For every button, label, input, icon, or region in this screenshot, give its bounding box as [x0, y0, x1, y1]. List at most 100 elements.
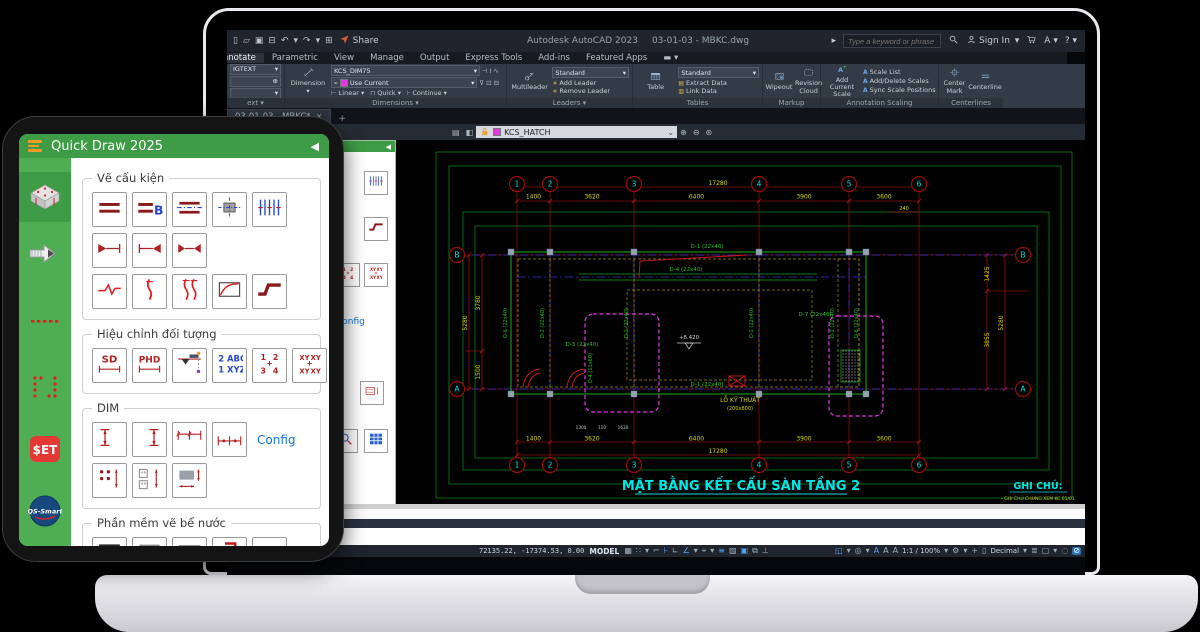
transparency-icon[interactable]: ▣ [741, 547, 749, 555]
dim-break-icon[interactable]: ⊣ [482, 67, 488, 75]
open-folder-icon[interactable]: ▱ [243, 36, 250, 46]
tab-annotate[interactable]: Annotate [227, 53, 264, 63]
infer-constraints-icon[interactable]: ⌐ [653, 547, 660, 555]
redo-caret-icon[interactable]: ▾ [316, 36, 321, 46]
dim-jog-icon[interactable]: ∿ [494, 67, 499, 75]
layer-dropdown[interactable]: KCS_HATCH ⌄ [476, 126, 677, 138]
qd-btn-dim-slab[interactable] [172, 463, 207, 498]
plot-icon[interactable]: ⊟ [268, 36, 276, 46]
qd-btn-coord-xy[interactable]: XYXYXYXY [292, 348, 327, 383]
qd-btn-phd-dim[interactable]: PHD [132, 348, 167, 383]
qd-btn-sd-dim[interactable]: SD [92, 348, 127, 383]
dim-center-icon[interactable]: ⊡ [486, 79, 491, 87]
text-search-field[interactable]: ⊕ [230, 76, 281, 87]
dim-quick[interactable]: ⊓ Quick ▾ [370, 89, 401, 97]
quick-properties-icon[interactable]: ≣ [1031, 547, 1038, 555]
qd-btn-dim-top[interactable] [172, 422, 207, 457]
qd-btn-dim-grid[interactable] [132, 463, 167, 498]
table-style-dropdown[interactable]: Standard▾ [678, 67, 759, 78]
qd-btn-tank-split[interactable] [172, 537, 207, 546]
gear-caret-icon[interactable]: ▾ [963, 547, 967, 555]
table-link-data[interactable]: ▥Link Data [678, 87, 759, 95]
sidebar-tool-dots-rect[interactable] [19, 364, 71, 414]
crosshair-icon[interactable]: + [971, 547, 978, 555]
text-style-dropdown[interactable]: IGTEXT▾ [230, 64, 281, 75]
scale-caret-icon[interactable]: ▾ [944, 547, 948, 555]
grid-display-icon[interactable]: ▦ [624, 547, 632, 555]
autoscale-caret-icon[interactable]: ▾ [866, 547, 870, 555]
search-input[interactable] [843, 34, 941, 48]
sidebar-tool-dot-line[interactable] [19, 298, 71, 348]
dim-edit-icon[interactable]: ⊟ [494, 79, 499, 87]
autodesk-app-icon[interactable]: A ▾ [1044, 36, 1058, 46]
annoscale-scale-list[interactable]: AScale List [863, 68, 935, 76]
qd-btn-bar-step[interactable] [252, 274, 287, 309]
command-line[interactable] [227, 528, 1085, 545]
units-label[interactable]: Decimal [990, 547, 1019, 555]
qd-btn-pile-ticks[interactable] [252, 192, 287, 227]
object-snap-icon[interactable]: ≡ [718, 547, 725, 555]
wipeout-button[interactable]: Wipeout [766, 65, 792, 97]
selection-cycling-icon[interactable]: ⧉ [752, 547, 758, 555]
table-button[interactable]: Table [636, 65, 675, 97]
lineweight-icon[interactable]: ▨ [729, 547, 737, 555]
sidebar-tool-qs-smart[interactable]: QS-Smart [19, 488, 71, 538]
qd-btn-break-zigzag[interactable] [92, 274, 127, 309]
dim-style-dropdown[interactable]: KCS_DIM75▾ [331, 65, 480, 76]
ribbon-display-toggle[interactable]: ▬ ▾ [655, 53, 686, 63]
leader-add-leader[interactable]: ∗Add Leader [552, 79, 629, 87]
qd-btn-dim-bottom[interactable] [212, 422, 247, 457]
annotation-scale-icon[interactable]: A [874, 547, 879, 555]
dim-update-icon[interactable]: ⊽ [479, 79, 484, 87]
layer-freeze-icon[interactable]: ⊛ [706, 128, 713, 137]
center-mark-button[interactable]: Center Mark [942, 65, 967, 97]
docked-btn-pile-ticks[interactable] [364, 171, 388, 195]
new-file-icon[interactable]: ▯ [233, 36, 238, 46]
docked-btn-bar-step[interactable] [364, 217, 388, 241]
docked-btn-coord-xy[interactable]: XYXYXYXY [364, 263, 388, 287]
layer-unisolate-icon[interactable]: ⊖ [693, 128, 700, 137]
leader-style-dropdown[interactable]: Standard▾ [552, 67, 629, 78]
qd-btn-bar-hook-2[interactable] [172, 274, 207, 309]
layer-state-icon[interactable]: ◧ [466, 128, 474, 137]
undo-caret-icon[interactable]: ▾ [293, 36, 298, 46]
new-tab-button[interactable]: + [339, 114, 346, 124]
undo-icon[interactable]: ↶ [281, 36, 289, 46]
qd-btn-bar-chart[interactable] [212, 274, 247, 309]
units-caret-icon[interactable]: ▾ [1023, 547, 1027, 555]
qd-btn-beam-2bars-b[interactable]: B [132, 192, 167, 227]
leader-remove-leader[interactable]: ∗Remove Leader [552, 87, 629, 95]
clear-screen-icon[interactable]: ⊘ [1072, 547, 1081, 555]
qd-btn-text-abc[interactable]: 2 ABC1 XYZ [212, 348, 247, 383]
dimension-button[interactable]: Dimension▾ [288, 65, 328, 97]
qd-btn-dim-right[interactable] [132, 422, 167, 457]
sidebar-tool-arrow[interactable] [19, 232, 71, 282]
qd-btn-tank-hatch[interactable] [252, 537, 287, 546]
qd-btn-tank-thin[interactable] [132, 537, 167, 546]
qd-btn-beam-2bars[interactable] [92, 192, 127, 227]
model-space-button[interactable]: MODEL [589, 547, 619, 556]
sidebar-tool-structure[interactable] [19, 172, 71, 222]
search-icon[interactable] [948, 34, 959, 48]
dim-layer-dropdown[interactable]: ⌁Use Current▾ [331, 77, 477, 88]
tab-express-tools[interactable]: Express Tools [457, 53, 530, 63]
signin-button[interactable]: Sign In ▾ [966, 34, 1019, 48]
annotation-vis-caret-icon[interactable]: ▾ [847, 547, 851, 555]
qd-btn-span-both[interactable] [172, 233, 207, 268]
qd-btn-span-right[interactable] [92, 233, 127, 268]
search-caret-icon[interactable]: ▸ [832, 36, 837, 46]
tab-parametric[interactable]: Parametric [264, 53, 326, 63]
qd-btn-tank-corner[interactable] [212, 537, 247, 546]
share-button[interactable]: Share [339, 34, 379, 48]
annotation-scale-2-icon[interactable]: A [883, 547, 888, 555]
dim-continue[interactable]: ⊦ Continue ▾ [407, 89, 447, 97]
annoscale-sync-scale-positions[interactable]: ASync Scale Positions [863, 86, 935, 94]
save-icon[interactable]: ▣ [255, 36, 264, 46]
snap-caret-icon[interactable]: ▾ [645, 547, 649, 555]
tab-manage[interactable]: Manage [362, 53, 412, 63]
qd-btn-renumber[interactable]: 1234 [252, 348, 287, 383]
customization-gear-icon[interactable]: ⚙ [952, 547, 959, 555]
annotation-scale-3-icon[interactable]: A [893, 547, 898, 555]
layer-match-icon[interactable]: ▤ [452, 128, 460, 137]
sidebar-tool-set[interactable]: $ET [19, 426, 71, 476]
